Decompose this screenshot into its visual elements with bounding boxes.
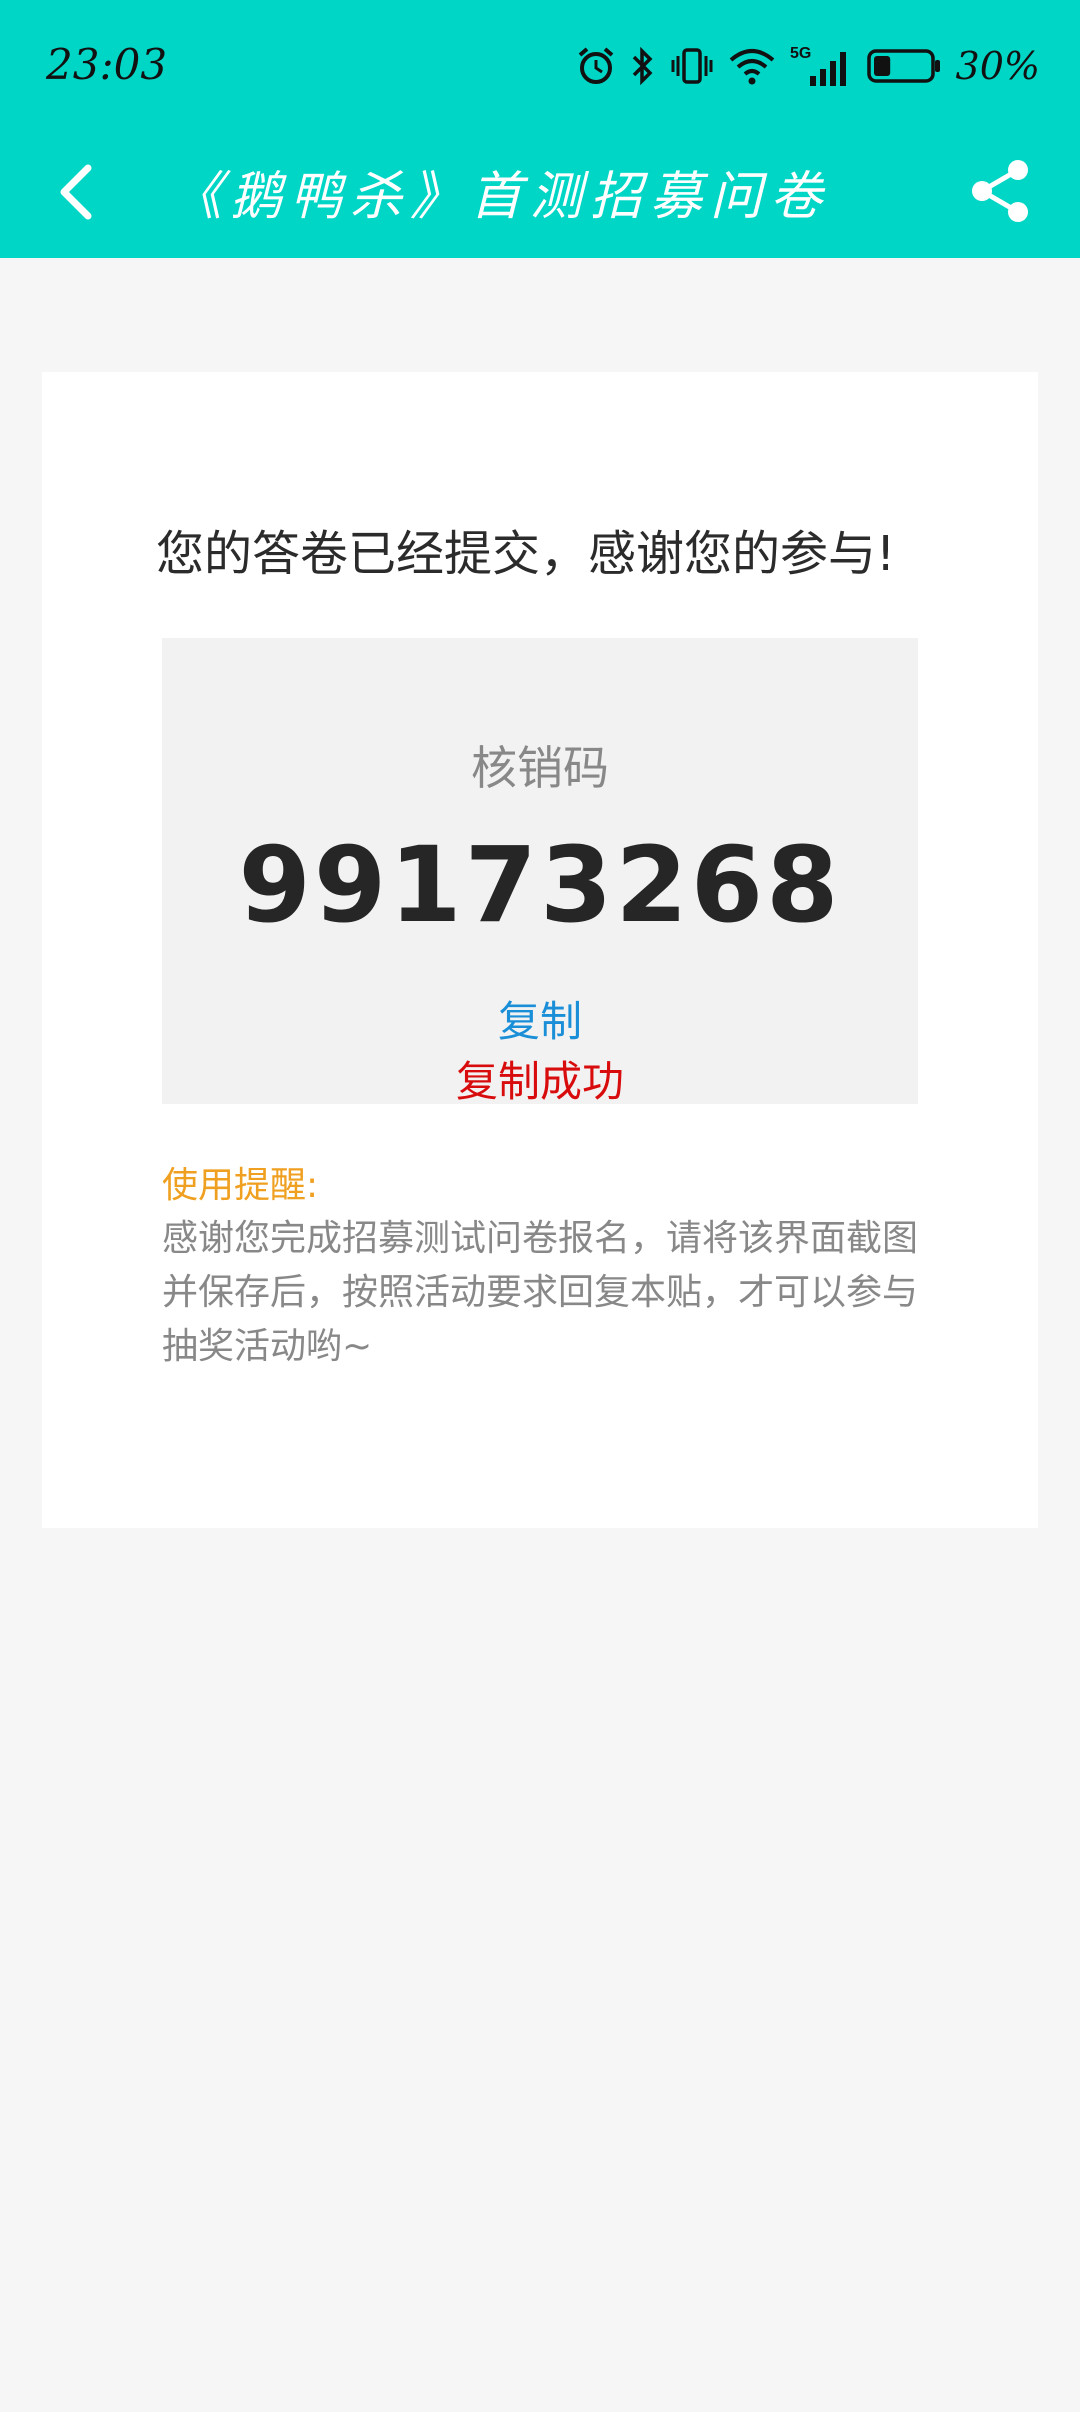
result-card: 您的答卷已经提交，感谢您的参与! 核销码 99173268 复制 复制成功 使用… (42, 372, 1038, 1528)
code-label: 核销码 (471, 741, 609, 795)
vibrate-icon (671, 48, 713, 84)
status-icons: 5G 30% (576, 38, 1040, 94)
alarm-icon (578, 47, 613, 84)
signal-5g-icon: 5G (790, 45, 846, 86)
redeem-code-box: 核销码 99173268 复制 复制成功 (162, 638, 918, 1106)
status-time: 23:03 (46, 40, 168, 89)
app-header: 23:03 5G 30% 《鹅鸭杀》首测招募问卷 (0, 0, 1080, 258)
battery-icon (866, 49, 940, 83)
nav-bar: 《鹅鸭杀》首测招募问卷 (0, 130, 1080, 258)
network-type-label: 5G (790, 45, 811, 62)
share-button[interactable] (966, 156, 1036, 226)
usage-tip-body: 感谢您完成招募测试问卷报名，请将该界面截图并保存后，按照活动要求回复本贴，才可以… (162, 1218, 919, 1367)
copy-success-message: 复制成功 (455, 1057, 624, 1106)
wifi-icon (729, 49, 774, 85)
battery-percent: 30% (955, 44, 1040, 88)
page-title: 《鹅鸭杀》首测招募问卷 (169, 167, 830, 227)
battery-fill (873, 56, 890, 76)
status-bar: 23:03 5G 30% (0, 0, 1080, 130)
share-icon (972, 160, 1028, 222)
copy-button[interactable]: 复制 (162, 988, 918, 1049)
usage-tip-title: 使用提醒: (162, 1165, 319, 1206)
bluetooth-icon (632, 46, 653, 86)
redeem-code-value: 99173268 (238, 824, 842, 946)
submission-headline: 您的答卷已经提交，感谢您的参与! (156, 526, 896, 582)
